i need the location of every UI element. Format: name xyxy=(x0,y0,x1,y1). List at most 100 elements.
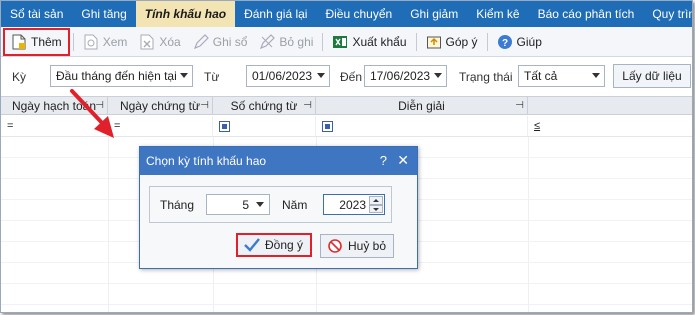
from-label: Từ xyxy=(204,70,220,84)
toolbar-separator xyxy=(415,32,417,51)
filter-bar: Kỳ Đầu tháng đến hiện tại Từ 01/06/2023 … xyxy=(1,58,692,94)
column-header-label: Diễn giải xyxy=(398,99,445,113)
spin-down-icon[interactable] xyxy=(369,204,383,213)
tab-tinh-khau-hao[interactable]: Tính khấu hao xyxy=(135,1,236,27)
pen-icon xyxy=(193,33,209,50)
export-button[interactable]: Xuất khẩu xyxy=(326,29,412,55)
to-label: Đến xyxy=(340,70,363,84)
grid-row-line xyxy=(1,283,692,284)
column-header-description[interactable]: Diễn giải ⊣ xyxy=(316,97,528,115)
year-spinner-buttons xyxy=(369,196,383,213)
app-window: Sổ tài sản Ghi tăng Tính khấu hao Đánh g… xyxy=(0,0,693,313)
filter-checkbox-icon[interactable] xyxy=(322,120,333,132)
month-select-value: 5 xyxy=(242,197,249,212)
column-header-label: Ngày hạch toán xyxy=(11,99,97,113)
view-button[interactable]: Xem xyxy=(77,29,134,55)
filter-operator: ≤ xyxy=(534,120,541,132)
view-button-label: Xem xyxy=(102,34,128,49)
to-date-picker[interactable]: 17/06/2023 xyxy=(364,65,447,87)
to-date-value: 17/06/2023 xyxy=(370,69,431,83)
from-date-value: 01/06/2023 xyxy=(252,69,313,83)
chevron-down-icon xyxy=(180,73,188,78)
toolbar: Thêm Xem Xóa Ghi sổ Bỏ ghi Xuất khẩu Góp… xyxy=(1,27,692,57)
filter-checkbox-icon[interactable] xyxy=(219,120,230,132)
column-header-voucher-date[interactable]: Ngày chứng từ ⊣ xyxy=(108,97,213,115)
grid-column-line xyxy=(108,137,109,312)
filter-cell-posting-date[interactable]: = xyxy=(1,116,108,136)
pin-icon[interactable]: ⊣ xyxy=(303,100,312,111)
grid-column-line xyxy=(528,137,529,312)
pin-icon[interactable]: ⊣ xyxy=(95,100,104,111)
ok-button-label: Đồng ý xyxy=(265,238,304,252)
post-button[interactable]: Ghi sổ xyxy=(187,29,254,55)
add-button[interactable]: Thêm xyxy=(3,27,70,56)
column-header-label: Số chứng từ xyxy=(230,99,298,113)
grid-filter-row: = = ≤ xyxy=(1,116,692,137)
status-select[interactable]: Tất cả xyxy=(518,65,605,87)
pin-icon[interactable]: ⊣ xyxy=(515,100,524,111)
help-icon: ? xyxy=(497,34,513,50)
period-label: Kỳ xyxy=(12,70,27,84)
from-date-picker[interactable]: 01/06/2023 xyxy=(246,65,330,87)
grid-header: Ngày hạch toán ⊣ Ngày chứng từ ⊣ Số chứn… xyxy=(1,96,692,115)
chevron-down-icon xyxy=(592,73,600,78)
dialog-close-icon[interactable]: ✕ xyxy=(397,152,409,169)
dialog-help-icon[interactable]: ? xyxy=(380,153,387,168)
checkmark-icon xyxy=(244,237,260,253)
add-button-label: Thêm xyxy=(31,34,62,49)
tab-kiem-ke[interactable]: Kiểm kê xyxy=(467,1,528,27)
ok-button[interactable]: Đồng ý xyxy=(236,233,312,257)
cancel-button[interactable]: Huỷ bỏ xyxy=(320,234,394,258)
unpost-button[interactable]: Bỏ ghi xyxy=(253,29,319,55)
toolbar-separator xyxy=(486,32,488,51)
chevron-down-icon xyxy=(256,202,264,207)
filter-cell-voucher-number[interactable] xyxy=(213,116,316,136)
column-header-voucher-number[interactable]: Số chứng từ ⊣ xyxy=(213,97,316,115)
status-select-value: Tất cả xyxy=(524,69,558,83)
status-label: Trạng thái xyxy=(459,70,513,84)
unpost-button-label: Bỏ ghi xyxy=(279,34,314,49)
feedback-button-label: Góp ý xyxy=(445,34,478,49)
delete-button-label: Xóa xyxy=(159,34,181,49)
load-data-button[interactable]: Lấy dữ liệu xyxy=(613,64,691,88)
feedback-button[interactable]: Góp ý xyxy=(420,29,484,55)
year-spinner-value: 2023 xyxy=(339,197,366,212)
period-select-value: Đầu tháng đến hiện tại xyxy=(56,69,177,83)
tab-ghi-tang[interactable]: Ghi tăng xyxy=(72,1,135,27)
svg-text:?: ? xyxy=(501,38,507,49)
eraser-icon xyxy=(259,33,276,50)
tab-ghi-giam[interactable]: Ghi giảm xyxy=(401,1,467,27)
help-button[interactable]: ? Giúp xyxy=(491,29,548,55)
chevron-down-icon xyxy=(317,73,325,78)
feedback-icon xyxy=(426,34,442,50)
tab-quy-trinh[interactable]: Quy trình xyxy=(643,1,692,27)
export-button-label: Xuất khẩu xyxy=(352,34,407,49)
month-label: Tháng xyxy=(160,198,195,212)
tab-danh-gia-lai[interactable]: Đánh giá lại xyxy=(235,1,316,27)
tab-bao-cao-phan-tich[interactable]: Báo cáo phân tích xyxy=(529,1,644,27)
delete-button[interactable]: Xóa xyxy=(133,29,186,55)
module-tab-bar: Sổ tài sản Ghi tăng Tính khấu hao Đánh g… xyxy=(1,1,692,27)
period-select[interactable]: Đầu tháng đến hiện tại xyxy=(50,65,193,87)
tab-so-tai-san[interactable]: Sổ tài sản xyxy=(1,1,72,27)
chevron-down-icon xyxy=(434,73,442,78)
year-spinner[interactable]: 2023 xyxy=(323,194,385,215)
new-document-icon xyxy=(11,34,27,50)
filter-cell-description[interactable] xyxy=(316,116,528,136)
filter-cell-voucher-date[interactable]: = xyxy=(108,116,213,136)
grid-row-line xyxy=(1,304,692,305)
excel-icon xyxy=(332,34,348,50)
pin-icon[interactable]: ⊣ xyxy=(200,100,209,111)
cancel-icon xyxy=(327,238,343,254)
period-panel: Tháng 5 Năm 2023 xyxy=(149,186,392,223)
dialog-title: Chọn kỳ tính khấu hao xyxy=(146,154,267,168)
view-document-icon xyxy=(83,34,99,50)
spin-up-icon[interactable] xyxy=(369,196,383,205)
filter-operator: = xyxy=(114,120,121,132)
tab-dieu-chuyen[interactable]: Điều chuyển xyxy=(316,1,401,27)
cancel-button-label: Huỷ bỏ xyxy=(348,239,387,253)
month-select[interactable]: 5 xyxy=(206,194,270,215)
post-button-label: Ghi sổ xyxy=(212,34,248,49)
column-header-posting-date[interactable]: Ngày hạch toán ⊣ xyxy=(1,97,108,115)
filter-cell-extra[interactable]: ≤ xyxy=(528,116,692,136)
